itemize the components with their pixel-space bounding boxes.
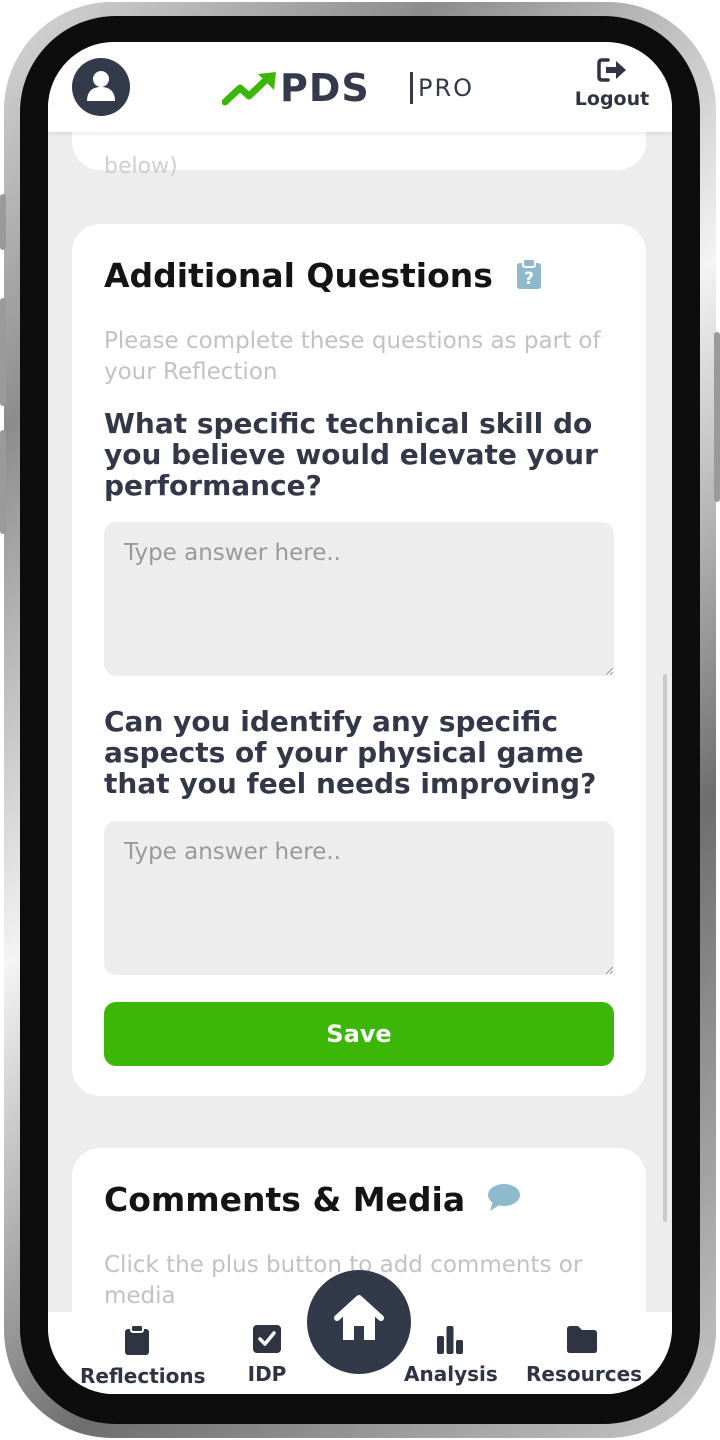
home-icon (334, 1295, 384, 1340)
question-1-label: What specific technical skill do you bel… (104, 407, 598, 502)
folder-icon (567, 1326, 597, 1353)
power-button (714, 332, 720, 502)
logo-subtext: PRO (418, 74, 475, 102)
volume-up-button (0, 298, 6, 406)
nav-label-analysis: Analysis (404, 1362, 498, 1386)
scrollbar[interactable] (663, 674, 667, 1222)
logout-button[interactable]: Logout (572, 58, 652, 110)
nav-item-idp[interactable]: IDP (232, 1324, 302, 1386)
sign-out-icon (597, 58, 626, 82)
top-bar: PDS PRO Logout (48, 42, 672, 132)
trend-arrow-icon (222, 72, 276, 106)
question-2-label: Can you identify any specific aspects of… (104, 705, 597, 800)
scroll-content[interactable]: below) Additional Questions ? Please com… (48, 42, 672, 1394)
speech-bubble-icon (487, 1182, 521, 1221)
save-button[interactable]: Save (104, 1002, 614, 1066)
nav-label-reflections: Reflections (80, 1364, 206, 1388)
user-icon (87, 71, 115, 101)
additional-questions-title-text: Additional Questions (104, 256, 493, 295)
bar-chart-icon (437, 1326, 463, 1354)
comments-media-title: Comments & Media (104, 1180, 521, 1221)
volume-down-button (0, 430, 6, 534)
app-screen: below) Additional Questions ? Please com… (48, 42, 672, 1394)
checkbox-icon (253, 1325, 281, 1353)
additional-questions-title: Additional Questions ? (104, 256, 542, 298)
nav-label-resources: Resources (526, 1362, 643, 1386)
nav-item-resources[interactable]: Resources (526, 1324, 643, 1386)
resize-grip-icon[interactable] (604, 965, 614, 975)
resize-grip-icon[interactable] (604, 666, 614, 676)
mute-switch (0, 194, 6, 250)
pds-pro-logo: PDS PRO (222, 68, 492, 108)
clipboard-icon (125, 1324, 149, 1355)
clipboard-help-icon[interactable]: ? (516, 257, 542, 298)
previous-section-partial-text: below) (104, 154, 178, 179)
logo-divider (410, 72, 413, 104)
question-1-answer-field[interactable] (104, 522, 614, 676)
comments-media-title-text: Comments & Media (104, 1180, 466, 1219)
logout-label: Logout (574, 88, 650, 110)
svg-text:?: ? (524, 269, 534, 289)
additional-questions-subtitle: Please complete these questions as part … (104, 328, 601, 385)
profile-avatar[interactable] (72, 58, 130, 116)
logo-wordmark: PDS (280, 66, 370, 110)
nav-label-idp: IDP (247, 1362, 287, 1386)
question-2-answer-field[interactable] (104, 821, 614, 975)
additional-questions-card: Additional Questions ? Please complete t… (72, 224, 646, 1096)
nav-item-analysis[interactable]: Analysis (404, 1324, 498, 1386)
home-button[interactable] (307, 1270, 411, 1374)
nav-item-reflections[interactable]: Reflections (80, 1324, 206, 1388)
